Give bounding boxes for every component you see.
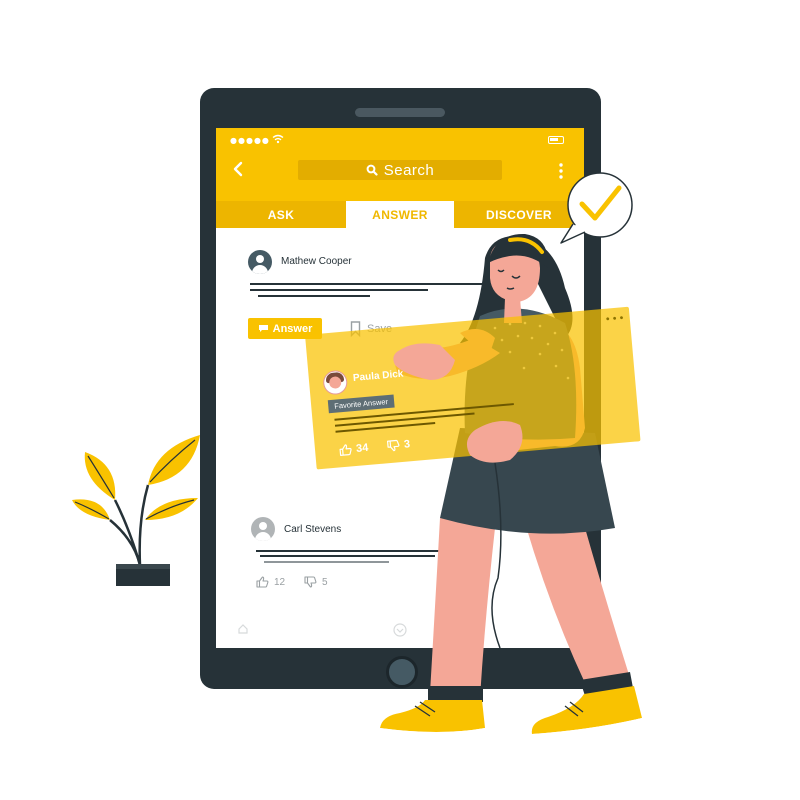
text-line [264, 561, 389, 563]
thumbs-down-icon [304, 576, 317, 588]
avatar[interactable] [251, 517, 275, 541]
app-header: ●●●●● Search [216, 128, 584, 201]
more-horizontal-icon[interactable]: ••• [604, 313, 626, 326]
chat-bubble-icon [258, 325, 268, 332]
tab-ask[interactable]: ASK [216, 201, 346, 228]
author-name[interactable]: Mathew Cooper [281, 256, 352, 267]
tablet-speaker [355, 108, 445, 117]
like-count: 12 [274, 576, 286, 588]
author-name[interactable]: Carl Stevens [284, 524, 341, 535]
wifi-icon [272, 134, 284, 144]
dislike-count: 5 [322, 576, 328, 588]
dislike-button[interactable]: 5 [304, 576, 328, 588]
card-like-button[interactable]: 34 [339, 442, 369, 457]
answer-button-label: Answer [272, 322, 313, 335]
like-button[interactable]: 12 [256, 576, 285, 588]
search-input[interactable]: Search [298, 160, 502, 180]
home-icon[interactable] [238, 624, 248, 634]
search-icon [366, 164, 378, 176]
text-line [258, 295, 370, 297]
card-like-count: 34 [355, 441, 369, 455]
search-placeholder: Search [383, 161, 435, 179]
thumbs-up-icon [256, 576, 269, 588]
woman-hands [393, 343, 523, 463]
battery-icon [548, 136, 564, 144]
tab-answer[interactable]: ANSWER [346, 201, 454, 228]
signal-icon: ●●●●● [230, 136, 270, 145]
avatar[interactable] [248, 250, 272, 274]
check-speech-bubble [560, 172, 633, 244]
thumbs-up-icon [339, 444, 352, 456]
plant-illustration [72, 435, 200, 586]
woman-illustration [380, 233, 643, 740]
tab-bar: ASK ANSWER DISCOVER [216, 201, 584, 228]
chevron-left-icon[interactable] [232, 161, 244, 177]
